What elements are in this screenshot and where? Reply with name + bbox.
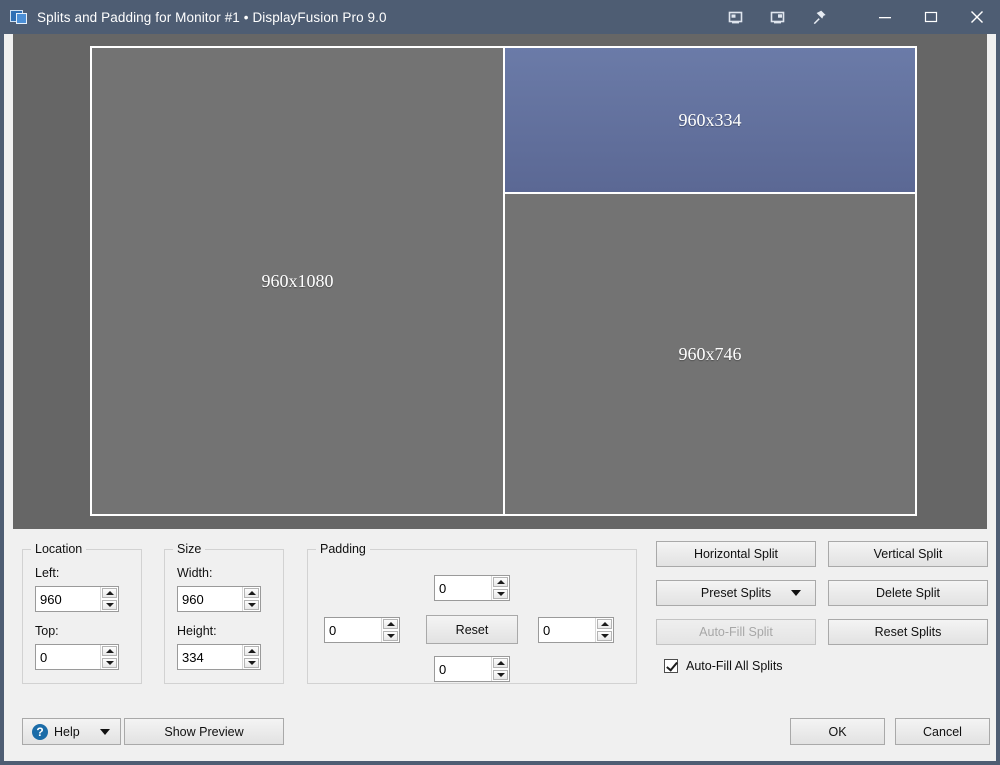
auto-fill-split-button: Auto-Fill Split	[656, 619, 816, 645]
move-to-next-monitor-icon[interactable]	[714, 0, 756, 34]
padding-bottom-spinner-down[interactable]	[493, 670, 508, 680]
height-input[interactable]	[178, 645, 242, 669]
width-spinner-up[interactable]	[244, 588, 259, 598]
padding-top-spinner-down[interactable]	[493, 589, 508, 599]
padding-bottom-spinner[interactable]	[434, 656, 510, 682]
left-spinner-buttons[interactable]	[100, 587, 118, 611]
close-button[interactable]	[954, 0, 1000, 34]
cancel-button[interactable]: Cancel	[895, 718, 990, 745]
split-pane-selected[interactable]: 960x334	[505, 48, 915, 194]
padding-right-spinner-buttons[interactable]	[595, 618, 613, 642]
delete-split-button[interactable]: Delete Split	[828, 580, 988, 606]
location-group: Location Left: Top:	[22, 542, 142, 684]
top-label: Top:	[35, 624, 59, 638]
padding-group: Padding Reset	[307, 542, 637, 684]
split-pane[interactable]: 960x1080	[92, 48, 505, 514]
padding-right-spinner-up[interactable]	[597, 619, 612, 629]
width-input[interactable]	[178, 587, 242, 611]
height-spinner-up[interactable]	[244, 646, 259, 656]
auto-fill-all-splits-label: Auto-Fill All Splits	[686, 659, 783, 673]
padding-left-spinner[interactable]	[324, 617, 400, 643]
monitor-preview-area: 960x1080 960x334 960x746	[13, 34, 987, 529]
preset-splits-dropdown[interactable]: Preset Splits	[656, 580, 816, 606]
left-input[interactable]	[36, 587, 100, 611]
padding-right-input[interactable]	[539, 618, 595, 642]
padding-right-spinner[interactable]	[538, 617, 614, 643]
left-spinner-up[interactable]	[102, 588, 117, 598]
padding-top-spinner-up[interactable]	[493, 577, 508, 587]
padding-left-spinner-buttons[interactable]	[381, 618, 399, 642]
width-spinner-down[interactable]	[244, 600, 259, 610]
maximize-button[interactable]	[908, 0, 954, 34]
padding-bottom-spinner-up[interactable]	[493, 658, 508, 668]
padding-right-spinner-down[interactable]	[597, 631, 612, 641]
height-spinner-buttons[interactable]	[242, 645, 260, 669]
displayfusion-icon	[10, 8, 28, 26]
width-spinner[interactable]	[177, 586, 261, 612]
minimize-button[interactable]	[862, 0, 908, 34]
top-spinner-buttons[interactable]	[100, 645, 118, 669]
title-bar: Splits and Padding for Monitor #1 • Disp…	[0, 0, 1000, 34]
height-spinner-down[interactable]	[244, 658, 259, 668]
padding-bottom-spinner-buttons[interactable]	[491, 657, 509, 681]
preset-splits-label: Preset Splits	[701, 586, 771, 600]
dialog-footer: ? Help Show Preview OK Cancel	[4, 709, 996, 761]
location-group-label: Location	[31, 542, 86, 556]
controls-area: Location Left: Top: Size Width:	[4, 529, 996, 761]
height-label: Height:	[177, 624, 217, 638]
padding-reset-button[interactable]: Reset	[426, 615, 518, 644]
horizontal-split-button[interactable]: Horizontal Split	[656, 541, 816, 567]
maximize-to-monitor-split-icon[interactable]	[756, 0, 798, 34]
padding-bottom-input[interactable]	[435, 657, 491, 681]
width-label: Width:	[177, 566, 212, 580]
left-spinner-down[interactable]	[102, 600, 117, 610]
padding-left-spinner-down[interactable]	[383, 631, 398, 641]
padding-top-spinner[interactable]	[434, 575, 510, 601]
show-preview-button[interactable]: Show Preview	[124, 718, 284, 745]
chevron-down-icon	[791, 590, 801, 596]
padding-group-label: Padding	[316, 542, 370, 556]
help-button[interactable]: ? Help	[22, 718, 121, 745]
monitor-outline: 960x1080 960x334 960x746	[90, 46, 917, 516]
padding-top-spinner-buttons[interactable]	[491, 576, 509, 600]
chevron-down-icon	[100, 729, 110, 735]
auto-fill-all-splits-checkbox-row[interactable]: Auto-Fill All Splits	[664, 659, 783, 673]
reset-splits-button[interactable]: Reset Splits	[828, 619, 988, 645]
top-input[interactable]	[36, 645, 100, 669]
padding-top-input[interactable]	[435, 576, 491, 600]
window-title: Splits and Padding for Monitor #1 • Disp…	[37, 10, 387, 25]
always-on-top-pin-icon[interactable]	[798, 0, 840, 34]
auto-fill-all-splits-checkbox[interactable]	[664, 659, 678, 673]
height-spinner[interactable]	[177, 644, 261, 670]
left-label: Left:	[35, 566, 59, 580]
help-question-icon: ?	[32, 724, 48, 740]
ok-button[interactable]: OK	[790, 718, 885, 745]
top-spinner[interactable]	[35, 644, 119, 670]
help-label: Help	[54, 725, 80, 739]
split-pane[interactable]: 960x746	[505, 194, 915, 514]
top-spinner-up[interactable]	[102, 646, 117, 656]
width-spinner-buttons[interactable]	[242, 587, 260, 611]
left-spinner[interactable]	[35, 586, 119, 612]
size-group-label: Size	[173, 542, 205, 556]
vertical-split-button[interactable]: Vertical Split	[828, 541, 988, 567]
top-spinner-down[interactable]	[102, 658, 117, 668]
padding-left-spinner-up[interactable]	[383, 619, 398, 629]
padding-left-input[interactable]	[325, 618, 381, 642]
splits-and-padding-dialog: Splits and Padding for Monitor #1 • Disp…	[0, 0, 1000, 765]
size-group: Size Width: Height:	[164, 542, 284, 684]
